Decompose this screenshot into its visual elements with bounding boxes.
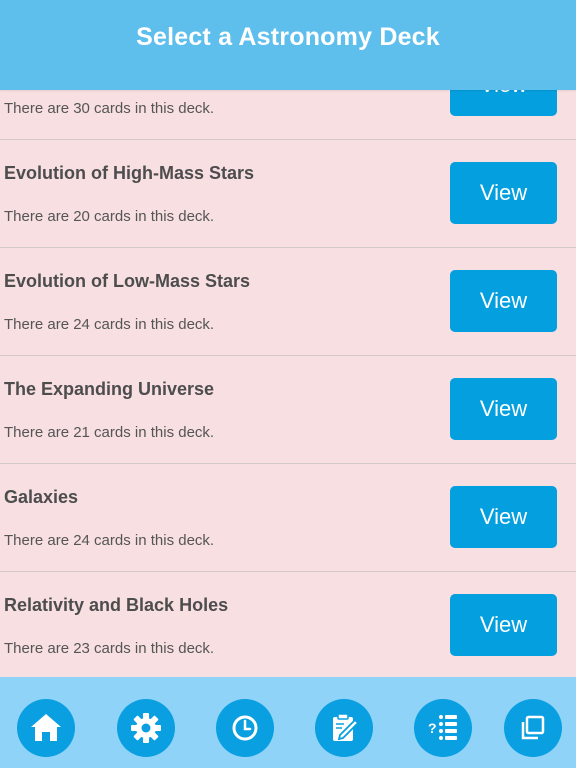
tab-home[interactable] (17, 699, 75, 757)
deck-card-count: There are 30 cards in this deck. (4, 100, 215, 117)
view-deck-button[interactable]: View (450, 162, 557, 224)
page-title: Select a Astronomy Deck (136, 22, 440, 51)
app-header: Select a Astronomy Deck (0, 0, 576, 90)
gear-icon (128, 710, 164, 746)
tab-notes[interactable] (315, 699, 373, 757)
deck-row: Galaxies There are 24 cards in this deck… (0, 464, 576, 572)
svg-text:?: ? (428, 720, 437, 736)
deck-row: Relativity and Black Holes There are 23 … (0, 572, 576, 677)
deck-card-count: There are 24 cards in this deck. (4, 532, 215, 549)
clock-icon (227, 710, 263, 746)
deck-list[interactable]: There are 30 cards in this deck. View Ev… (0, 32, 576, 677)
tab-settings[interactable] (117, 699, 175, 757)
bottom-tab-bar: ? (0, 677, 576, 768)
deck-card-count: There are 20 cards in this deck. (4, 208, 215, 225)
deck-title: Galaxies (4, 487, 79, 507)
deck-card-count: There are 23 cards in this deck. (4, 640, 215, 657)
view-deck-button[interactable]: View (450, 486, 557, 548)
view-deck-button[interactable]: View (450, 270, 557, 332)
home-icon (28, 710, 64, 746)
deck-row: Evolution of High-Mass Stars There are 2… (0, 140, 576, 248)
tab-quiz[interactable]: ? (414, 699, 472, 757)
view-deck-button[interactable]: View (450, 594, 557, 656)
deck-title: The Expanding Universe (4, 379, 215, 399)
copy-icon (516, 711, 550, 745)
deck-card-count: There are 24 cards in this deck. (4, 316, 215, 333)
deck-row: The Expanding Universe There are 21 card… (0, 356, 576, 464)
deck-card-count: There are 21 cards in this deck. (4, 424, 215, 441)
edit-note-icon (326, 710, 362, 746)
quiz-list-icon: ? (423, 708, 463, 748)
view-deck-button[interactable]: View (450, 378, 557, 440)
deck-title: Relativity and Black Holes (4, 595, 229, 615)
deck-row: Evolution of Low-Mass Stars There are 24… (0, 248, 576, 356)
deck-title: Evolution of Low-Mass Stars (4, 271, 251, 291)
tab-decks[interactable] (504, 699, 562, 757)
deck-title: Evolution of High-Mass Stars (4, 163, 255, 183)
tab-history[interactable] (216, 699, 274, 757)
